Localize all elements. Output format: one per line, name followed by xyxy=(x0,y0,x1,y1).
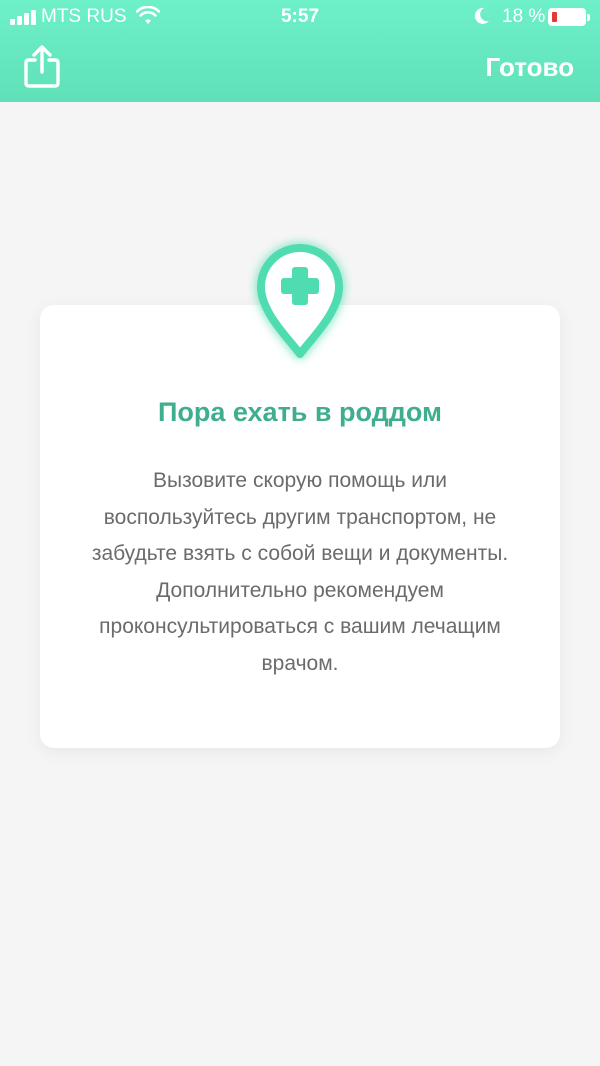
medical-location-pin-icon xyxy=(257,244,343,358)
share-icon xyxy=(24,45,60,88)
card-body-text: Вызовите скорую помощь или воспользуйтес… xyxy=(91,469,509,675)
moon-icon xyxy=(474,7,489,24)
status-bar: MTS RUS 5:57 18 % xyxy=(0,0,600,34)
card-title: Пора ехать в роддом xyxy=(157,397,443,427)
done-button[interactable]: Готово xyxy=(486,52,574,83)
top-bar: MTS RUS 5:57 18 % Готово xyxy=(0,0,600,102)
battery-percent: 18 % xyxy=(502,6,546,27)
battery-level xyxy=(552,12,557,22)
battery-icon xyxy=(548,8,590,26)
share-button[interactable] xyxy=(22,43,62,89)
